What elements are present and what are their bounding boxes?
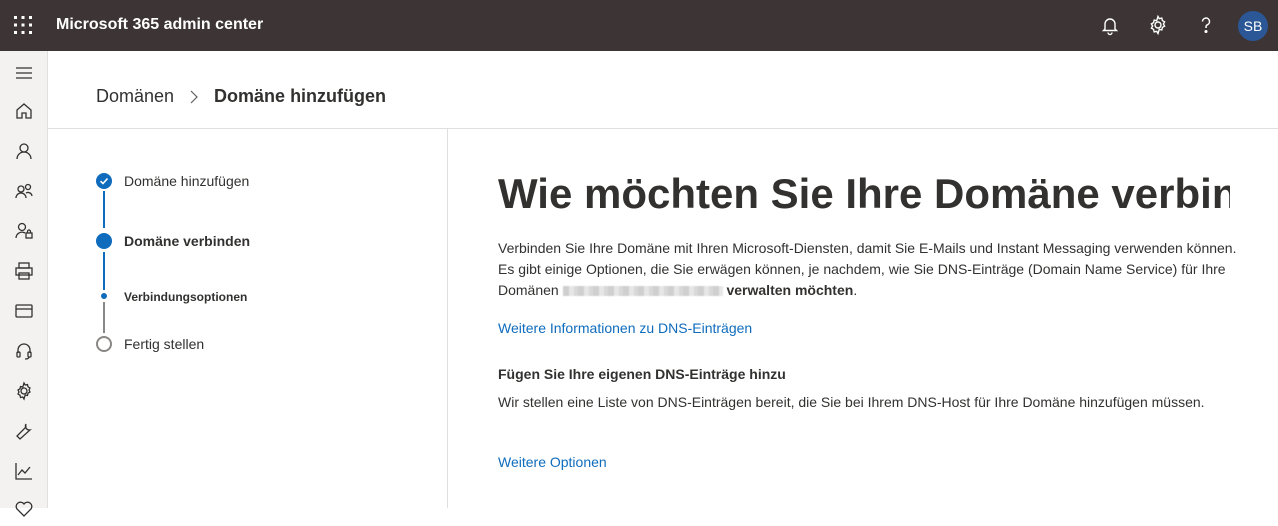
home-icon[interactable]	[12, 99, 36, 123]
hamburger-menu-icon[interactable]	[12, 61, 36, 85]
health-heart-icon[interactable]	[12, 497, 36, 521]
page-heading: Wie möchten Sie Ihre Domäne verbin	[498, 170, 1230, 217]
header-divider	[48, 128, 1278, 129]
step-completed-check-icon	[96, 173, 112, 189]
option-description: Wir stellen eine Liste von DNS-Einträgen…	[498, 394, 1205, 410]
setup-wrench-icon[interactable]	[12, 419, 36, 443]
step-current-dot-icon	[96, 233, 112, 249]
intro-bold-text: verwalten möchten	[726, 282, 854, 298]
app-title[interactable]: Microsoft 365 admin center	[56, 16, 263, 34]
step-label-add-domain: Domäne hinzufügen	[124, 173, 250, 189]
breadcrumb: Domänen Domäne hinzufügen	[96, 86, 386, 107]
user-icon[interactable]	[12, 139, 36, 163]
step-label-connection-options: Verbindungsoptionen	[124, 290, 248, 304]
step-label-connect-domain: Domäne verbinden	[124, 233, 251, 249]
step-connector	[103, 191, 105, 228]
intro-paragraph: Verbinden Sie Ihre Domäne mit Ihren Micr…	[498, 238, 1238, 301]
top-bar: Microsoft 365 admin center SB	[0, 0, 1278, 51]
help-question-icon[interactable]	[1195, 14, 1217, 36]
chevron-right-icon	[190, 90, 198, 103]
settings-icon[interactable]	[12, 379, 36, 403]
substep-dot-icon	[101, 293, 107, 299]
left-navigation	[0, 51, 48, 517]
dns-info-link[interactable]: Weitere Informationen zu DNS-Einträgen	[498, 320, 752, 336]
notifications-bell-icon[interactable]	[1099, 14, 1121, 36]
groups-icon[interactable]	[12, 179, 36, 203]
billing-card-icon[interactable]	[12, 299, 36, 323]
panel-divider	[447, 129, 448, 508]
intro-end: .	[853, 282, 858, 298]
roles-icon[interactable]	[12, 219, 36, 243]
support-headset-icon[interactable]	[12, 339, 36, 363]
breadcrumb-current: Domäne hinzufügen	[214, 86, 387, 106]
redacted-domain	[562, 286, 723, 297]
settings-gear-icon[interactable]	[1147, 14, 1169, 36]
breadcrumb-domains-link[interactable]: Domänen	[96, 86, 174, 107]
reports-chart-icon[interactable]	[12, 459, 36, 483]
step-connector	[103, 302, 105, 333]
step-pending-circle-icon	[96, 336, 112, 352]
step-connector	[103, 252, 105, 290]
user-avatar[interactable]: SB	[1238, 11, 1268, 41]
option-heading: Fügen Sie Ihre eigenen DNS-Einträge hinz…	[498, 366, 786, 382]
resources-printer-icon[interactable]	[12, 259, 36, 283]
more-options-link[interactable]: Weitere Optionen	[498, 454, 607, 470]
step-label-finish: Fertig stellen	[124, 336, 205, 352]
app-launcher-icon[interactable]	[13, 15, 33, 35]
